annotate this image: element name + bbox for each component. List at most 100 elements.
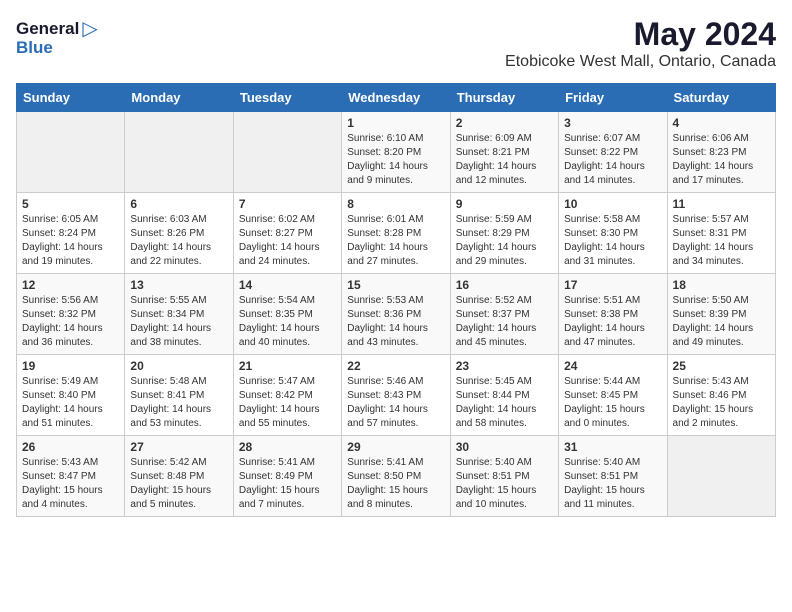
calendar-cell: 17Sunrise: 5:51 AM Sunset: 8:38 PM Dayli…	[559, 274, 667, 355]
day-number: 16	[456, 278, 553, 292]
calendar-cell	[17, 112, 125, 193]
day-header-wednesday: Wednesday	[342, 84, 450, 112]
day-info: Sunrise: 6:03 AM Sunset: 8:26 PM Dayligh…	[130, 213, 227, 269]
day-number: 18	[673, 278, 770, 292]
day-number: 5	[22, 197, 119, 211]
calendar-cell: 13 Sunrise: 5:55 AM Sunset: 8:34 PM Dayli…	[125, 274, 233, 355]
day-info: Sunrise: 5:40 AM Sunset: 8:51 PM Dayligh…	[564, 456, 661, 512]
calendar-cell	[667, 436, 775, 517]
day-info: Sunrise: 5:52 AM Sunset: 8:37 PM Dayligh…	[456, 294, 553, 350]
day-info: Sunrise: 5:50 AM Sunset: 8:39 PM Dayligh…	[673, 294, 770, 350]
calendar-cell: 25Sunrise: 5:43 AM Sunset: 8:46 PM Dayli…	[667, 355, 775, 436]
title-block: May 2024 Etobicoke West Mall, Ontario, C…	[505, 16, 776, 71]
calendar-cell: 23Sunrise: 5:45 AM Sunset: 8:44 PM Dayli…	[450, 355, 558, 436]
calendar-cell: 29 Sunrise: 5:41 AM Sunset: 8:50 PM Dayli…	[342, 436, 450, 517]
calendar-cell: 7 Sunrise: 6:02 AM Sunset: 8:27 PM Daylig…	[233, 193, 341, 274]
day-info: Sunrise: 6:01 AM Sunset: 8:28 PM Dayligh…	[347, 213, 444, 269]
day-info: Sunrise: 5:44 AM Sunset: 8:45 PM Dayligh…	[564, 375, 661, 431]
day-number: 3	[564, 116, 661, 130]
calendar-cell: 31 Sunrise: 5:40 AM Sunset: 8:51 PM Dayli…	[559, 436, 667, 517]
day-number: 31	[564, 440, 661, 454]
day-info: Sunrise: 5:58 AM Sunset: 8:30 PM Dayligh…	[564, 213, 661, 269]
day-number: 24	[564, 359, 661, 373]
day-number: 2	[456, 116, 553, 130]
day-info: Sunrise: 5:49 AM Sunset: 8:40 PM Dayligh…	[22, 375, 119, 431]
day-info: Sunrise: 5:47 AM Sunset: 8:42 PM Dayligh…	[239, 375, 336, 431]
day-info: Sunrise: 5:41 AM Sunset: 8:50 PM Dayligh…	[347, 456, 444, 512]
calendar-cell: 21 Sunrise: 5:47 AM Sunset: 8:42 PM Dayli…	[233, 355, 341, 436]
day-info: Sunrise: 5:46 AM Sunset: 8:43 PM Dayligh…	[347, 375, 444, 431]
day-number: 9	[456, 197, 553, 211]
calendar-cell: 1 Sunrise: 6:10 AM Sunset: 8:20 PM Daylig…	[342, 112, 450, 193]
calendar-cell: 30 Sunrise: 5:40 AM Sunset: 8:51 PM Dayli…	[450, 436, 558, 517]
calendar-cell: 2 Sunrise: 6:09 AM Sunset: 8:21 PM Daylig…	[450, 112, 558, 193]
calendar-body: 1 Sunrise: 6:10 AM Sunset: 8:20 PM Daylig…	[17, 112, 776, 517]
calendar-cell	[125, 112, 233, 193]
calendar-cell: 3 Sunrise: 6:07 AM Sunset: 8:22 PM Daylig…	[559, 112, 667, 193]
day-header-saturday: Saturday	[667, 84, 775, 112]
day-number: 1	[347, 116, 444, 130]
calendar-cell: 14 Sunrise: 5:54 AM Sunset: 8:35 PM Dayli…	[233, 274, 341, 355]
calendar-cell: 19 Sunrise: 5:49 AM Sunset: 8:40 PM Dayli…	[17, 355, 125, 436]
day-info: Sunrise: 5:53 AM Sunset: 8:36 PM Dayligh…	[347, 294, 444, 350]
day-number: 8	[347, 197, 444, 211]
day-number: 4	[673, 116, 770, 130]
day-info: Sunrise: 6:02 AM Sunset: 8:27 PM Dayligh…	[239, 213, 336, 269]
calendar-header: SundayMondayTuesdayWednesdayThursdayFrid…	[17, 84, 776, 112]
calendar-week-1: 1 Sunrise: 6:10 AM Sunset: 8:20 PM Daylig…	[17, 112, 776, 193]
logo: General ▷ Blue	[16, 16, 98, 58]
calendar-cell: 10 Sunrise: 5:58 AM Sunset: 8:30 PM Dayli…	[559, 193, 667, 274]
day-number: 6	[130, 197, 227, 211]
day-number: 7	[239, 197, 336, 211]
day-info: Sunrise: 6:09 AM Sunset: 8:21 PM Dayligh…	[456, 132, 553, 188]
day-info: Sunrise: 5:48 AM Sunset: 8:41 PM Dayligh…	[130, 375, 227, 431]
day-number: 10	[564, 197, 661, 211]
main-title: May 2024	[505, 16, 776, 53]
calendar-cell: 24 Sunrise: 5:44 AM Sunset: 8:45 PM Dayli…	[559, 355, 667, 436]
day-info: Sunrise: 6:06 AM Sunset: 8:23 PM Dayligh…	[673, 132, 770, 188]
day-info: Sunrise: 5:54 AM Sunset: 8:35 PM Dayligh…	[239, 294, 336, 350]
calendar-cell: 16 Sunrise: 5:52 AM Sunset: 8:37 PM Dayli…	[450, 274, 558, 355]
day-number: 29	[347, 440, 444, 454]
day-header-thursday: Thursday	[450, 84, 558, 112]
day-number: 20	[130, 359, 227, 373]
day-number: 14	[239, 278, 336, 292]
day-info: Sunrise: 5:43 AM Sunset: 8:46 PM Dayligh…	[673, 375, 770, 431]
day-number: 17	[564, 278, 661, 292]
day-number: 30	[456, 440, 553, 454]
calendar-cell: 28Sunrise: 5:41 AM Sunset: 8:49 PM Dayli…	[233, 436, 341, 517]
calendar-cell: 27 Sunrise: 5:42 AM Sunset: 8:48 PM Dayli…	[125, 436, 233, 517]
calendar-cell: 9 Sunrise: 5:59 AM Sunset: 8:29 PM Daylig…	[450, 193, 558, 274]
calendar-cell: 8 Sunrise: 6:01 AM Sunset: 8:28 PM Daylig…	[342, 193, 450, 274]
calendar-cell: 4 Sunrise: 6:06 AM Sunset: 8:23 PM Daylig…	[667, 112, 775, 193]
day-info: Sunrise: 6:05 AM Sunset: 8:24 PM Dayligh…	[22, 213, 119, 269]
calendar-table: SundayMondayTuesdayWednesdayThursdayFrid…	[16, 83, 776, 517]
day-info: Sunrise: 5:55 AM Sunset: 8:34 PM Dayligh…	[130, 294, 227, 350]
day-info: Sunrise: 5:43 AM Sunset: 8:47 PM Dayligh…	[22, 456, 119, 512]
calendar-cell: 18 Sunrise: 5:50 AM Sunset: 8:39 PM Dayli…	[667, 274, 775, 355]
day-number: 27	[130, 440, 227, 454]
calendar-cell: 12Sunrise: 5:56 AM Sunset: 8:32 PM Dayli…	[17, 274, 125, 355]
day-info: Sunrise: 5:42 AM Sunset: 8:48 PM Dayligh…	[130, 456, 227, 512]
calendar-week-3: 12Sunrise: 5:56 AM Sunset: 8:32 PM Dayli…	[17, 274, 776, 355]
calendar-cell: 22Sunrise: 5:46 AM Sunset: 8:43 PM Dayli…	[342, 355, 450, 436]
day-info: Sunrise: 5:40 AM Sunset: 8:51 PM Dayligh…	[456, 456, 553, 512]
day-number: 11	[673, 197, 770, 211]
day-info: Sunrise: 5:59 AM Sunset: 8:29 PM Dayligh…	[456, 213, 553, 269]
day-number: 19	[22, 359, 119, 373]
day-header-tuesday: Tuesday	[233, 84, 341, 112]
calendar-cell: 20 Sunrise: 5:48 AM Sunset: 8:41 PM Dayli…	[125, 355, 233, 436]
day-info: Sunrise: 5:45 AM Sunset: 8:44 PM Dayligh…	[456, 375, 553, 431]
calendar-cell: 5 Sunrise: 6:05 AM Sunset: 8:24 PM Daylig…	[17, 193, 125, 274]
day-number: 13	[130, 278, 227, 292]
calendar-cell: 15Sunrise: 5:53 AM Sunset: 8:36 PM Dayli…	[342, 274, 450, 355]
day-info: Sunrise: 6:10 AM Sunset: 8:20 PM Dayligh…	[347, 132, 444, 188]
day-info: Sunrise: 6:07 AM Sunset: 8:22 PM Dayligh…	[564, 132, 661, 188]
day-number: 28	[239, 440, 336, 454]
day-header-sunday: Sunday	[17, 84, 125, 112]
calendar-cell: 6 Sunrise: 6:03 AM Sunset: 8:26 PM Daylig…	[125, 193, 233, 274]
day-number: 12	[22, 278, 119, 292]
day-number: 26	[22, 440, 119, 454]
day-number: 21	[239, 359, 336, 373]
subtitle: Etobicoke West Mall, Ontario, Canada	[505, 53, 776, 71]
